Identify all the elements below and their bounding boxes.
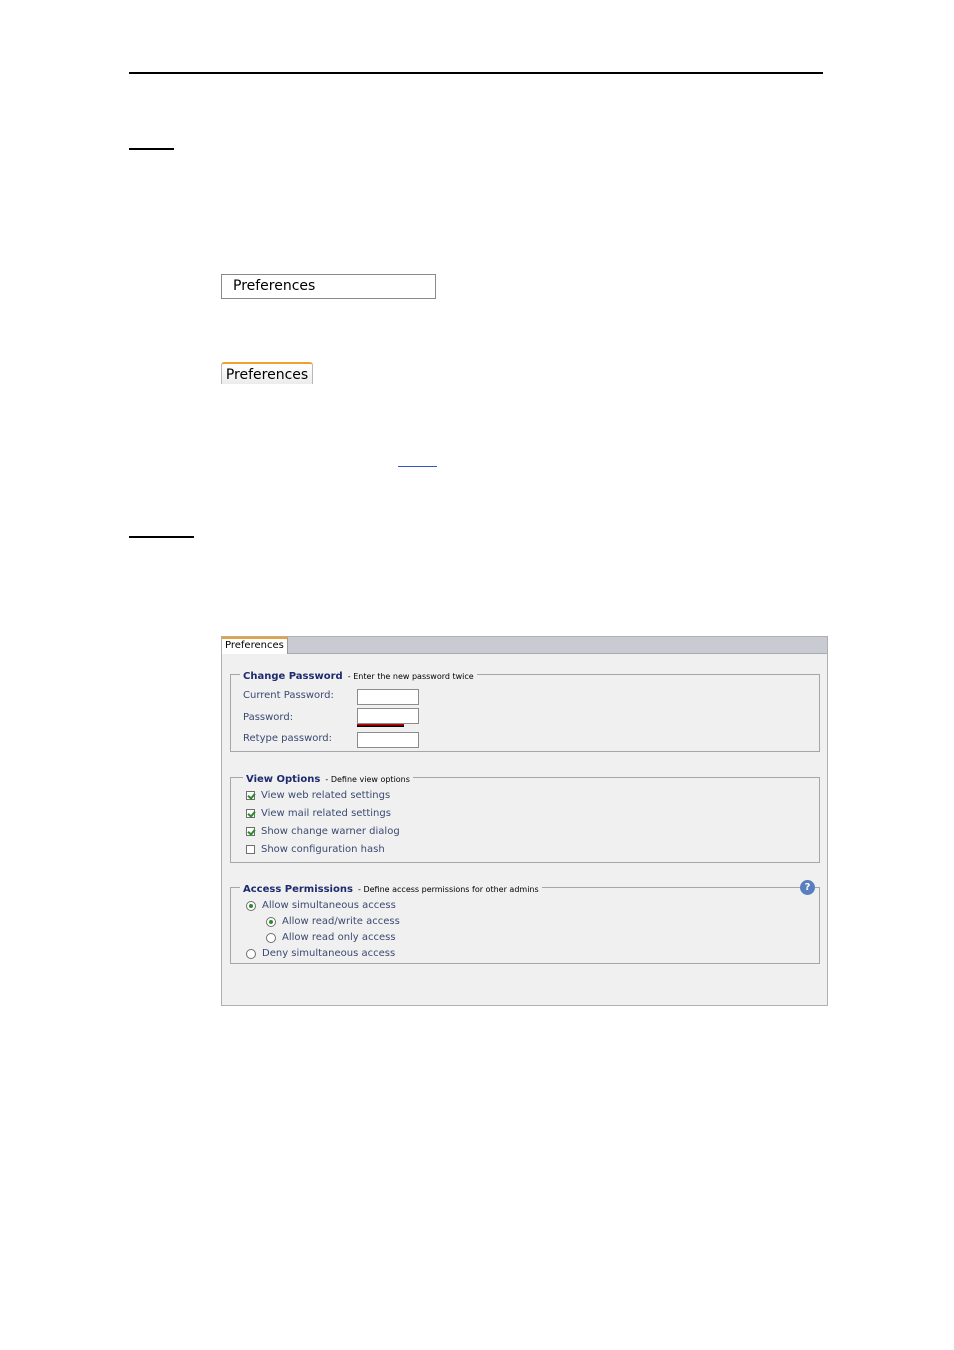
read-only-option[interactable]: Allow read only access — [266, 932, 396, 943]
radio-label: Allow read only access — [282, 932, 396, 943]
section-heading-underline-2 — [129, 536, 194, 538]
radio[interactable] — [246, 948, 256, 959]
change-password-title: Change Password — [243, 671, 343, 682]
checkbox[interactable] — [246, 791, 255, 800]
view-options-subtitle: - Define view options — [325, 775, 410, 784]
retype-password-input[interactable] — [357, 732, 419, 748]
preferences-panel-screenshot: Preferences Change Password - Enter the … — [221, 636, 828, 1006]
section-heading-underline — [129, 148, 174, 150]
view-options-legend: View Options - Define view options — [243, 770, 413, 787]
preferences-button[interactable]: Preferences — [221, 274, 436, 299]
checkbox[interactable] — [246, 827, 255, 836]
checkbox-label: View web related settings — [261, 790, 391, 801]
access-permissions-legend: Access Permissions - Define access permi… — [240, 880, 542, 897]
radio[interactable] — [266, 916, 276, 927]
access-permissions-title: Access Permissions — [243, 884, 353, 895]
reference-link[interactable] — [398, 466, 437, 467]
password-strength-meter — [357, 724, 404, 727]
checkbox[interactable] — [246, 845, 255, 854]
tab-bar — [222, 637, 827, 654]
change-password-legend: Change Password - Enter the new password… — [240, 667, 477, 684]
retype-password-label: Retype password: — [243, 733, 333, 744]
radio-label: Deny simultaneous access — [262, 948, 396, 959]
header-rule — [129, 72, 823, 74]
access-permissions-group: Access Permissions - Define access permi… — [230, 880, 820, 964]
password-input[interactable] — [357, 708, 419, 724]
password-label: Password: — [243, 712, 294, 723]
current-password-input[interactable] — [357, 689, 419, 705]
help-icon[interactable]: ? — [800, 880, 815, 895]
radio[interactable] — [266, 932, 276, 943]
read-write-option[interactable]: Allow read/write access — [266, 916, 400, 927]
checkbox-label: View mail related settings — [261, 808, 391, 819]
view-options-title: View Options — [246, 774, 321, 785]
checkbox[interactable] — [246, 809, 255, 818]
radio-label: Allow simultaneous access — [262, 900, 396, 911]
view-option-hash[interactable]: Show configuration hash — [246, 844, 385, 855]
view-option-web[interactable]: View web related settings — [246, 790, 390, 801]
radio[interactable] — [246, 900, 256, 911]
checkbox-label: Show change warner dialog — [261, 826, 400, 837]
tab-preferences[interactable]: Preferences — [222, 637, 288, 654]
access-permissions-subtitle: - Define access permissions for other ad… — [358, 885, 539, 894]
view-options-group: View Options - Define view options View … — [230, 770, 820, 863]
current-password-label: Current Password: — [243, 690, 334, 701]
deny-simultaneous-option[interactable]: Deny simultaneous access — [246, 948, 395, 959]
view-option-mail[interactable]: View mail related settings — [246, 808, 391, 819]
change-password-subtitle: - Enter the new password twice — [347, 672, 474, 681]
checkbox-label: Show configuration hash — [261, 844, 385, 855]
radio-label: Allow read/write access — [282, 916, 400, 927]
view-option-warner[interactable]: Show change warner dialog — [246, 826, 400, 837]
preferences-tab[interactable]: Preferences — [221, 362, 313, 384]
change-password-group: Change Password - Enter the new password… — [230, 667, 820, 752]
allow-simultaneous-option[interactable]: Allow simultaneous access — [246, 900, 396, 911]
